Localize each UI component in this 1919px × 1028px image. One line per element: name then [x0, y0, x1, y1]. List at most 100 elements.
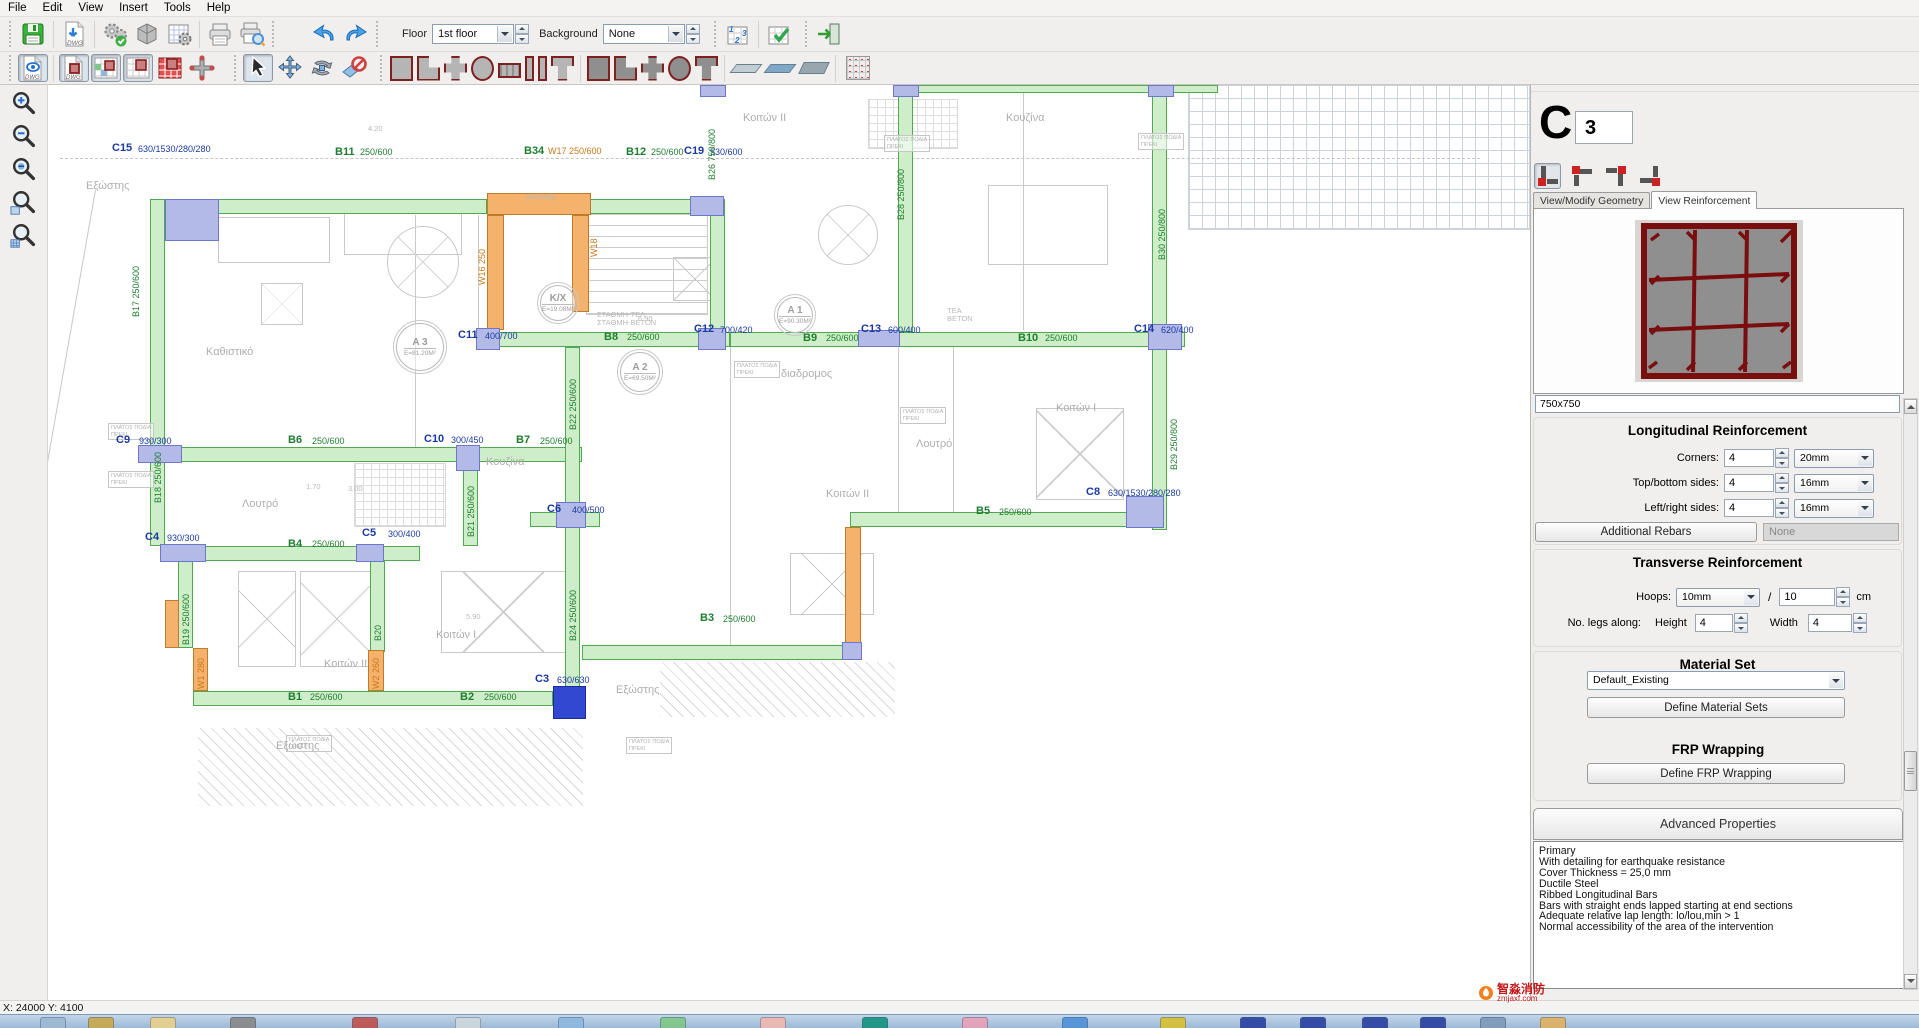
rebar-diameter-dropdown[interactable]: 16mm — [1794, 499, 1874, 518]
plan-decor[interactable] — [1036, 408, 1124, 500]
rebar-count-spinner[interactable] — [1775, 448, 1789, 468]
section-bar2-icon[interactable] — [538, 56, 547, 81]
taskbar-item[interactable] — [40, 1017, 66, 1028]
taskbar-item[interactable] — [1480, 1017, 1506, 1028]
menu-insert[interactable]: Insert — [111, 1, 156, 15]
plan-decor[interactable] — [354, 463, 446, 527]
taskbar-item[interactable] — [862, 1017, 888, 1028]
column[interactable] — [690, 196, 724, 216]
section-square-filled-icon[interactable] — [587, 56, 610, 81]
column[interactable] — [160, 544, 206, 562]
section-tee-filled-icon[interactable] — [695, 56, 718, 81]
scroll-down-button[interactable] — [1904, 974, 1917, 989]
move-button[interactable] — [275, 54, 305, 82]
position-top-right-button[interactable] — [1636, 163, 1663, 189]
floors-manager-button[interactable]: 132 — [723, 20, 753, 49]
chevron-down-icon[interactable] — [1858, 501, 1872, 516]
legs-width-spinner[interactable] — [1853, 613, 1867, 633]
section-cross-icon[interactable] — [444, 56, 467, 81]
taskbar-item[interactable] — [1420, 1017, 1446, 1028]
chevron-down-icon[interactable] — [1829, 673, 1843, 688]
define-material-sets-button[interactable]: Define Material Sets — [1587, 697, 1845, 718]
rebar-count-spinner[interactable] — [1775, 498, 1789, 518]
plan-decor[interactable] — [261, 283, 303, 325]
wall[interactable] — [487, 215, 504, 330]
beam[interactable] — [730, 332, 1185, 347]
zoom-extents-button[interactable] — [6, 157, 42, 187]
section-circle-filled-icon[interactable] — [668, 56, 691, 81]
rebar-count-spinner[interactable] — [1775, 473, 1789, 493]
section-bar1-icon[interactable] — [525, 56, 534, 81]
column[interactable] — [165, 199, 219, 241]
menu-edit[interactable]: Edit — [35, 1, 71, 15]
background-dropdown[interactable]: None — [603, 24, 685, 44]
windows-taskbar[interactable] — [0, 1014, 1919, 1028]
taskbar-item[interactable] — [1062, 1017, 1088, 1028]
define-frp-wrapping-button[interactable]: Define FRP Wrapping — [1587, 763, 1845, 784]
rebar-count-input[interactable] — [1724, 474, 1774, 492]
beam[interactable] — [582, 645, 852, 660]
wall[interactable] — [165, 600, 179, 648]
taskbar-item[interactable] — [455, 1017, 481, 1028]
tab-view-modify-geometry[interactable]: View/Modify Geometry — [1533, 192, 1650, 209]
column[interactable] — [1126, 496, 1164, 528]
dwg-view-button[interactable]: DWG — [18, 54, 48, 82]
material-set-dropdown[interactable]: Default_Existing — [1587, 671, 1845, 690]
hoops-diameter-dropdown[interactable]: 10mm — [1676, 588, 1760, 607]
taskbar-item[interactable] — [1362, 1017, 1388, 1028]
dwg-section-button[interactable]: DWG — [59, 54, 89, 82]
redo-button[interactable] — [341, 20, 371, 49]
hoops-spacing-input[interactable] — [1779, 588, 1835, 606]
column[interactable] — [456, 445, 480, 471]
taskbar-item[interactable] — [660, 1017, 686, 1028]
scroll-up-button[interactable] — [1904, 399, 1917, 414]
plan-decor[interactable] — [198, 728, 583, 806]
advanced-properties-header[interactable]: Advanced Properties — [1533, 808, 1903, 840]
floor-dropdown[interactable]: 1st floor — [432, 24, 514, 44]
import-dwg-button[interactable]: DWG — [59, 20, 89, 49]
wall[interactable] — [845, 527, 861, 651]
column[interactable] — [1148, 85, 1174, 97]
rebar-diameter-dropdown[interactable]: 16mm — [1794, 474, 1874, 493]
tab-view-reinforcement[interactable]: View Reinforcement — [1651, 191, 1757, 209]
section-cross-filled-icon[interactable] — [641, 56, 664, 81]
delete-button[interactable] — [339, 54, 369, 82]
beam[interactable] — [150, 199, 165, 449]
menu-tools[interactable]: Tools — [156, 1, 199, 15]
menu-help[interactable]: Help — [199, 1, 239, 15]
position-bottom-left-button[interactable] — [1534, 163, 1561, 189]
plan-decor[interactable] — [790, 553, 874, 615]
column[interactable] — [842, 642, 862, 660]
settings-check-button[interactable] — [100, 20, 130, 49]
column-C3-selected[interactable] — [553, 686, 586, 719]
grid-rebar-button[interactable] — [155, 54, 185, 82]
rebar-diameter-dropdown[interactable]: 20mm — [1794, 449, 1874, 468]
exit-button[interactable] — [814, 20, 844, 49]
legs-height-spinner[interactable] — [1734, 613, 1748, 633]
ramp-icon[interactable] — [798, 62, 830, 74]
taskbar-item[interactable] — [558, 1017, 584, 1028]
grid-settings-button[interactable] — [164, 20, 194, 49]
section-square-icon[interactable] — [390, 56, 413, 81]
undo-button[interactable] — [309, 20, 339, 49]
section-L-filled-icon[interactable] — [614, 56, 637, 81]
position-bottom-right-button[interactable] — [1568, 163, 1595, 189]
beam[interactable] — [1152, 85, 1167, 530]
taskbar-item[interactable] — [1540, 1017, 1566, 1028]
hoops-spacing-spinner[interactable] — [1836, 587, 1850, 607]
column-number-field[interactable]: 3 — [1575, 111, 1633, 144]
column[interactable] — [700, 85, 726, 97]
zoom-in-button[interactable] — [6, 91, 42, 121]
floor-plan-canvas[interactable]: A 3E=81.20M²A 1E=90.30M²A 2E=69.50M²K/XE… — [48, 85, 1530, 1000]
additional-rebars-button[interactable]: Additional Rebars — [1535, 522, 1757, 542]
chevron-down-icon[interactable] — [1858, 451, 1872, 466]
taskbar-item[interactable] — [150, 1017, 176, 1028]
plan-decor[interactable] — [988, 185, 1108, 265]
print-preview-button[interactable] — [237, 20, 267, 49]
grid-color-button[interactable] — [91, 54, 121, 82]
panel-scrollbar[interactable] — [1903, 398, 1918, 990]
legs-height-input[interactable] — [1695, 614, 1733, 632]
column[interactable] — [893, 85, 919, 97]
chevron-down-icon[interactable] — [1858, 476, 1872, 491]
section-size-field[interactable]: 750x750 — [1535, 395, 1900, 413]
